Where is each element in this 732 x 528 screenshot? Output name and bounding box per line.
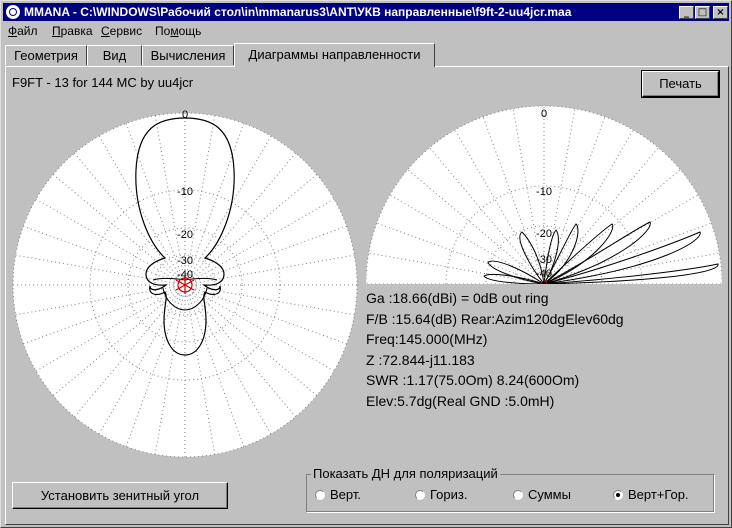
pattern-info: Ga :18.66(dBi) = 0dB out ring F/B :15.64… — [366, 288, 624, 411]
h-ring-label-40: -40 — [177, 269, 193, 281]
radio-vert-plus-hor[interactable]: Верт+Гор. — [613, 487, 689, 502]
horizontal-pattern-chart: 0 -10 -20 -30 -40 — [12, 109, 358, 458]
h-ring-label-20: -20 — [177, 229, 193, 241]
h-ring-label-30: -30 — [177, 255, 193, 267]
v-ring-label-20: -20 — [536, 228, 552, 240]
h-ring-label-0: 0 — [182, 109, 188, 121]
radio-horizontal[interactable]: Гориз. — [415, 487, 467, 502]
radio-horizontal-dot[interactable] — [415, 490, 425, 500]
radio-sum-dot[interactable] — [513, 490, 523, 500]
gain-readout: Ga :18.66(dBi) = 0dB out ring — [366, 290, 549, 306]
h-ring-label-10: -10 — [177, 186, 193, 198]
radio-vert-plus-hor-dot[interactable] — [613, 490, 623, 500]
polarization-legend: Показать ДН для поляризаций — [311, 466, 500, 481]
v-ring-label-10: -10 — [536, 186, 552, 198]
radio-sum[interactable]: Суммы — [513, 487, 571, 502]
v-ring-label-30: -30 — [536, 254, 552, 266]
v-ring-label-0: 0 — [541, 108, 547, 120]
v-ring-label-40: -40 — [536, 268, 552, 280]
frequency-readout: Freq:145.000(MHz) — [366, 331, 488, 347]
polarization-group: Показать ДН для поляризаций Верт. Гориз.… — [306, 466, 714, 512]
swr-readout: SWR :1.17(75.0Om) 8.24(600Om) — [366, 372, 580, 388]
radio-vertical[interactable]: Верт. — [315, 487, 361, 502]
elevation-readout: Elev:5.7dg(Real GND :5.0mH) — [366, 392, 555, 409]
impedance-readout: Z :72.844-j11.183 — [366, 351, 475, 368]
pattern-plots: 0 -10 -20 -30 -40 0 -10 -20 -30 -40 — [12, 105, 722, 458]
set-zenith-angle-button[interactable]: Установить зенитный угол — [12, 482, 228, 509]
radio-vertical-dot[interactable] — [315, 490, 325, 500]
front-back-readout: F/B :15.64(dB) Rear:Azim120dgElev60dg — [366, 310, 624, 327]
tab-radiation-patterns[interactable]: Диаграммы направленности — [234, 43, 435, 67]
